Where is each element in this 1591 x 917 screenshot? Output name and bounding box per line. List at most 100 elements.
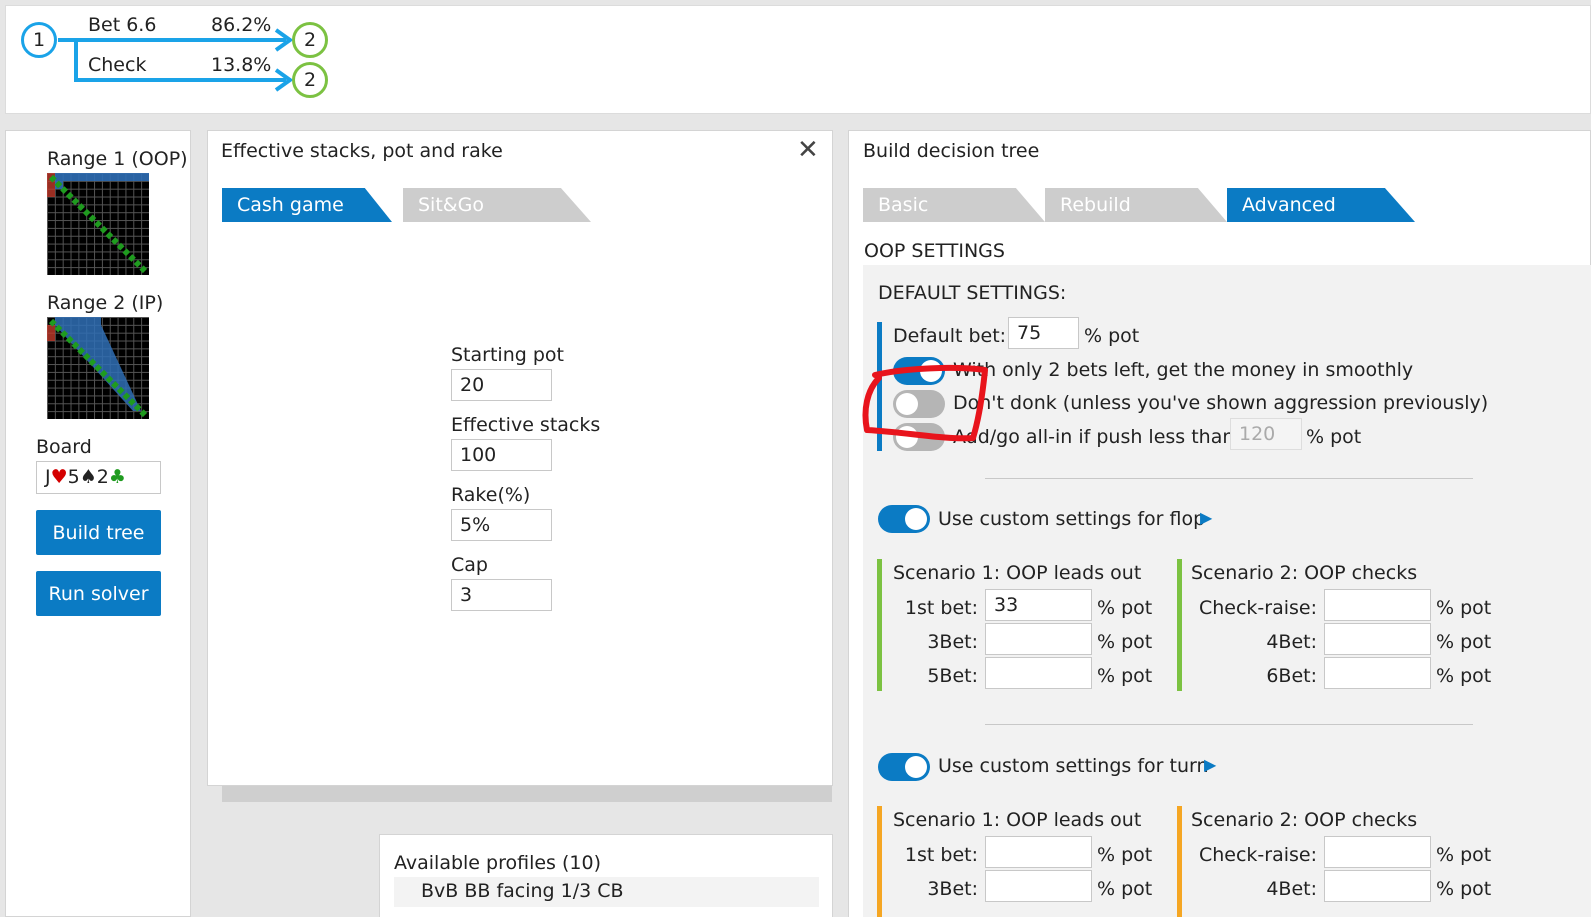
flop-s2-title: Scenario 2: OOP checks (1191, 562, 1418, 584)
turn-s2-bar (1177, 806, 1182, 917)
turn-s1-row2-unit: % pot (1097, 878, 1153, 900)
turn-s1-row2-label: 3Bet: (927, 878, 978, 900)
range1-label: Range 1 (OOP) (47, 148, 188, 170)
turn-s1-row1-unit: % pot (1097, 844, 1153, 866)
cap-label: Cap (451, 554, 488, 576)
divider-2 (985, 724, 1473, 725)
branch-freq-check: 13.8% (211, 54, 272, 76)
turn-s1-row1-input[interactable] (985, 836, 1092, 868)
stacks-panel-title: Effective stacks, pot and rake (221, 140, 503, 162)
turn-s1-row2-input[interactable] (985, 870, 1092, 902)
turn-s2-row1-input[interactable] (1324, 836, 1431, 868)
tab-basic[interactable]: Basic (863, 188, 1045, 222)
turn-custom-label: Use custom settings for turn (938, 755, 1209, 777)
board-card-2-suit: ♠ (79, 466, 97, 488)
flop-s2-row1-input[interactable] (1324, 589, 1431, 621)
flop-s1-row3-input[interactable] (985, 657, 1092, 689)
flop-s2-row3-unit: % pot (1436, 665, 1492, 687)
flop-s2-row3-input[interactable] (1324, 657, 1431, 689)
dont-donk-label: Don't donk (unless you've shown aggressi… (953, 392, 1489, 414)
profile-item-label: BvB BB facing 1/3 CB (421, 880, 624, 902)
flop-s1-row1-unit: % pot (1097, 597, 1153, 619)
effective-stacks-input[interactable]: 100 (451, 439, 552, 471)
flop-s1-title: Scenario 1: OOP leads out (893, 562, 1142, 584)
flop-s1-row1-input[interactable]: 33 (985, 589, 1092, 621)
default-settings-heading: DEFAULT SETTINGS: (878, 282, 1067, 304)
effective-stacks-label: Effective stacks (451, 414, 601, 436)
turn-s1-bar (877, 806, 882, 917)
turn-s2-row2-label: 4Bet: (1266, 878, 1317, 900)
flop-s1-row2-label: 3Bet: (927, 631, 978, 653)
turn-expand-icon[interactable]: ▶ (1204, 755, 1216, 774)
flop-custom-toggle[interactable] (878, 505, 930, 533)
range1-overlay (47, 173, 149, 274)
range2-label: Range 2 (IP) (47, 292, 164, 314)
board-label: Board (36, 436, 92, 458)
tree-child-node-check[interactable]: 2 (292, 62, 328, 98)
allin-threshold-unit: % pot (1306, 426, 1362, 448)
flop-s1-bar (877, 559, 882, 691)
default-bet-unit: % pot (1084, 325, 1140, 347)
tree-builder-title: Build decision tree (863, 140, 1040, 162)
rake-input[interactable]: 5% (451, 509, 552, 541)
turn-s1-row1-label: 1st bet: (904, 844, 978, 866)
flop-s2-row2-input[interactable] (1324, 623, 1431, 655)
oop-settings-heading: OOP SETTINGS (864, 240, 1005, 262)
flop-s2-row2-label: 4Bet: (1266, 631, 1317, 653)
flop-s2-row3-label: 6Bet: (1266, 665, 1317, 687)
default-bet-input[interactable]: 75 (1008, 317, 1079, 349)
build-tree-button[interactable]: Build tree (36, 510, 161, 555)
close-icon[interactable]: ✕ (797, 135, 819, 165)
default-bet-label: Default bet: (893, 325, 1007, 347)
turn-s2-row2-input[interactable] (1324, 870, 1431, 902)
tree-strip: 1 Bet 6.6 86.2% Check 13.8% 2 2 (5, 5, 1591, 114)
flop-expand-icon[interactable]: ▶ (1200, 508, 1212, 527)
red-annotation-scribble (862, 364, 988, 442)
starting-pot-label: Starting pot (451, 344, 564, 366)
profile-item[interactable]: BvB BB facing 1/3 CB (394, 877, 819, 907)
turn-s2-row1-label: Check-raise: (1198, 844, 1317, 866)
tree-child-node-bet[interactable]: 2 (292, 22, 328, 58)
flop-s2-bar (1177, 559, 1182, 691)
flop-s2-row1-label: Check-raise: (1198, 597, 1317, 619)
board-card-2-rank: 5 (67, 466, 80, 488)
board-card-1-suit: ♥ (50, 466, 68, 488)
turn-s1-title: Scenario 1: OOP leads out (893, 809, 1142, 831)
rake-label: Rake(%) (451, 484, 531, 506)
flop-s2-row2-unit: % pot (1436, 631, 1492, 653)
flop-s1-row2-input[interactable] (985, 623, 1092, 655)
tree-root-node[interactable]: 1 (21, 22, 57, 58)
run-solver-button[interactable]: Run solver (36, 571, 161, 616)
branch-action-bet: Bet 6.6 (88, 14, 157, 36)
cap-input[interactable]: 3 (451, 579, 552, 611)
range2-overlay (47, 317, 148, 418)
turn-s2-row1-unit: % pot (1436, 844, 1492, 866)
tab-cash-game[interactable]: Cash game (222, 188, 392, 222)
flop-s1-row3-label: 5Bet: (927, 665, 978, 687)
flop-s1-row2-unit: % pot (1097, 631, 1153, 653)
starting-pot-input[interactable]: 20 (451, 369, 552, 401)
flop-s2-row1-unit: % pot (1436, 597, 1492, 619)
left-sidebar: Range 1 (OOP) Range 2 (IP) Board J♥5♠2♣ … (5, 130, 191, 917)
profiles-title: Available profiles (10) (394, 852, 601, 874)
turn-s2-title: Scenario 2: OOP checks (1191, 809, 1418, 831)
turn-custom-toggle[interactable] (878, 753, 930, 781)
allin-threshold-input[interactable]: 120 (1230, 418, 1302, 450)
turn-s2-row2-unit: % pot (1436, 878, 1492, 900)
flop-s1-row1-label: 1st bet: (904, 597, 978, 619)
flop-s1-row3-unit: % pot (1097, 665, 1153, 687)
tree-arrows (58, 28, 294, 92)
smooth-allin-label: With only 2 bets left, get the money in … (953, 359, 1414, 381)
flop-custom-label: Use custom settings for flop (938, 508, 1206, 530)
board-card-3-suit: ♣ (108, 466, 126, 488)
board-input[interactable]: J♥5♠2♣ (36, 461, 161, 494)
branch-action-check: Check (88, 54, 147, 76)
divider-1 (985, 478, 1473, 479)
tree-builder-panel: Build decision tree Basic Rebuild Advanc… (848, 130, 1591, 917)
tab-rebuild[interactable]: Rebuild (1045, 188, 1227, 222)
stacks-panel: Effective stacks, pot and rake ✕ Cash ga… (207, 130, 833, 786)
profiles-panel: Available profiles (10) BvB BB facing 1/… (379, 834, 833, 917)
tab-advanced[interactable]: Advanced (1227, 188, 1415, 222)
tab-sit-and-go[interactable]: Sit&Go (403, 188, 591, 222)
branch-freq-bet: 86.2% (211, 14, 272, 36)
